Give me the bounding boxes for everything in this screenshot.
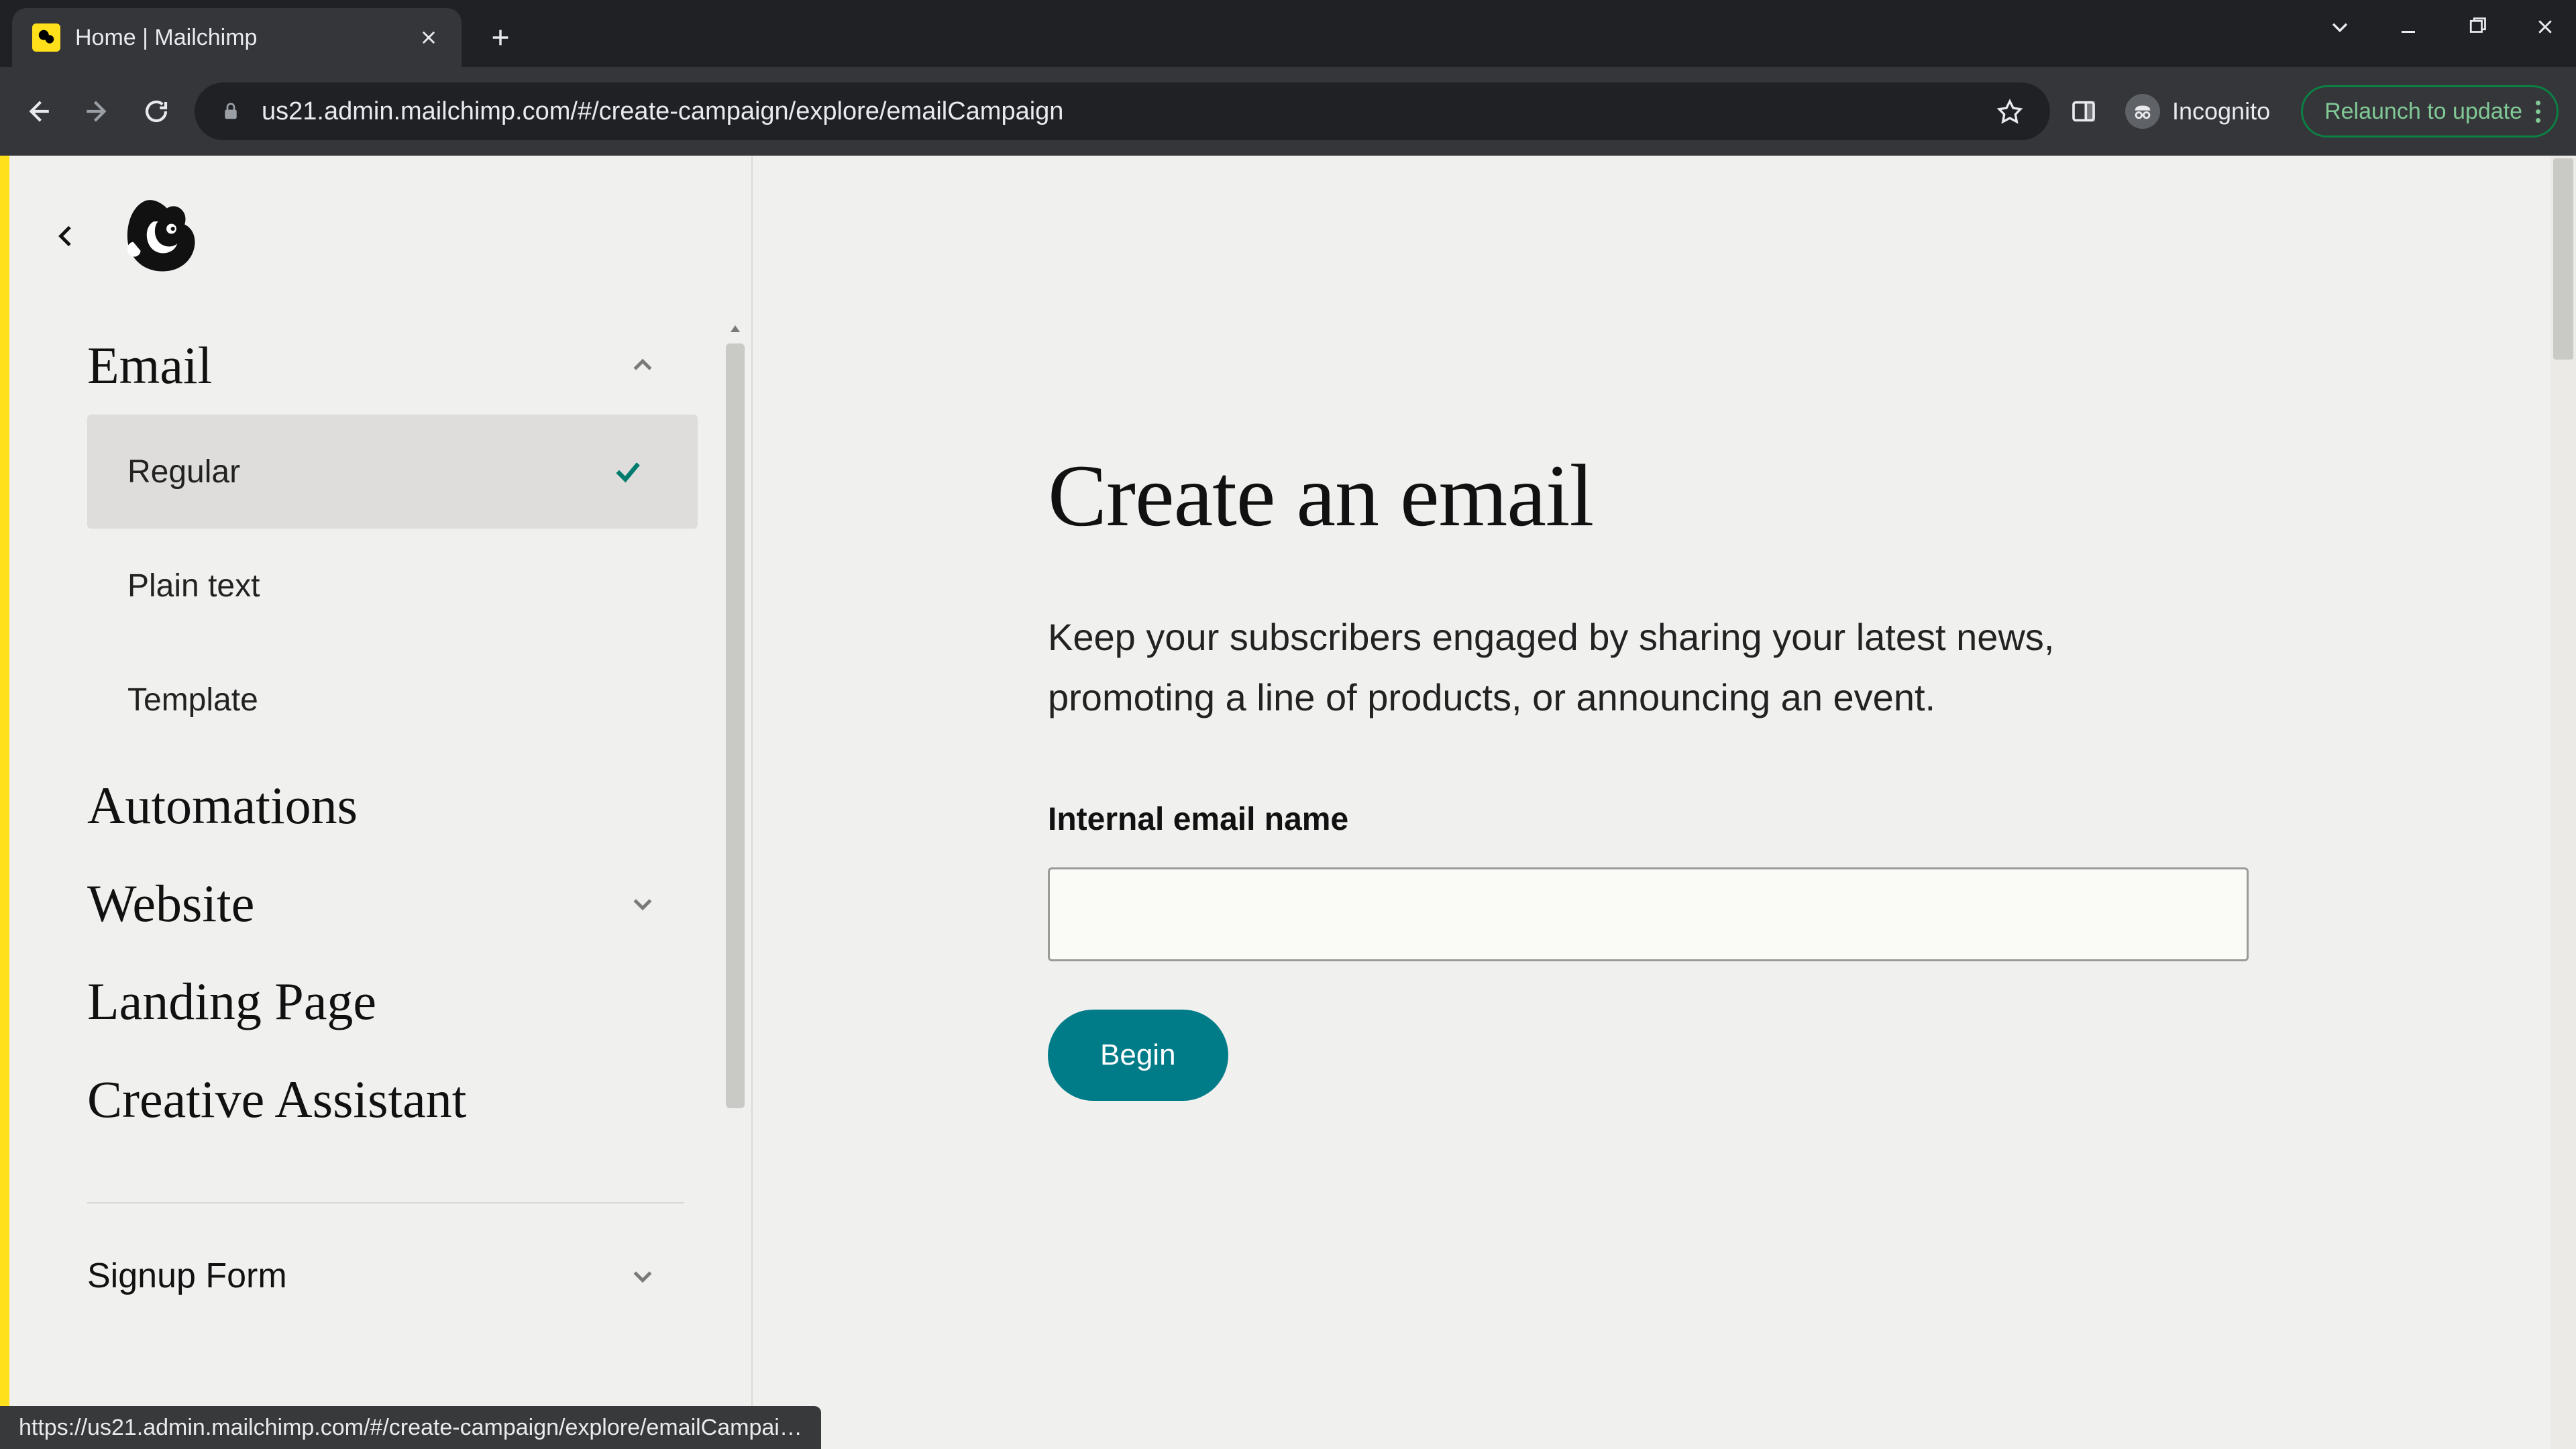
- sidebar-heading-website[interactable]: Website: [87, 855, 711, 953]
- tab-title: Home | Mailchimp: [75, 25, 401, 51]
- browser-tab[interactable]: Home | Mailchimp: [12, 8, 462, 67]
- sidebar-heading-signup-form[interactable]: Signup Form: [87, 1237, 711, 1315]
- browser-chrome: Home | Mailchimp: [0, 0, 2576, 156]
- sidebar-item-regular[interactable]: Regular: [87, 415, 698, 529]
- window-minimize-icon[interactable]: [2394, 12, 2423, 42]
- scrollbar-thumb[interactable]: [726, 343, 745, 1108]
- check-icon: [612, 455, 644, 488]
- window-close-icon[interactable]: [2530, 12, 2560, 42]
- sidebar-item-label: Template: [127, 682, 258, 718]
- page-subcopy: Keep your subscribers engaged by sharing…: [1048, 607, 2202, 727]
- brand-accent-rail: [0, 156, 9, 1449]
- sidebar-item-label: Plain text: [127, 568, 260, 604]
- sidebar-section-automations: Automations: [9, 757, 711, 855]
- browser-reload-icon[interactable]: [136, 91, 177, 132]
- field-label-internal-name: Internal email name: [1048, 801, 2576, 838]
- sidebar-heading-landing-page[interactable]: Landing Page: [87, 953, 711, 1051]
- sidebar-section-website: Website: [9, 855, 711, 953]
- sidebar-heading-label: Signup Form: [87, 1237, 287, 1315]
- page-title: Create an email: [1048, 444, 2576, 547]
- relaunch-button[interactable]: Relaunch to update: [2301, 85, 2559, 138]
- browser-toolbar: us21.admin.mailchimp.com/#/create-campai…: [0, 67, 2576, 156]
- sidebar-heading-label: Landing Page: [87, 953, 376, 1051]
- incognito-icon: [2125, 94, 2160, 129]
- sidebar-item-plain-text[interactable]: Plain text: [87, 529, 698, 643]
- tab-strip: Home | Mailchimp: [0, 0, 2576, 67]
- bookmark-star-icon[interactable]: [1994, 95, 2026, 127]
- sidebar-heading-automations[interactable]: Automations: [87, 757, 711, 855]
- chevron-down-icon: [628, 889, 657, 918]
- sidebar-heading-email[interactable]: Email: [87, 317, 711, 415]
- tab-search-icon[interactable]: [2325, 12, 2355, 42]
- status-bar-url: https://us21.admin.mailchimp.com/#/creat…: [19, 1415, 802, 1441]
- sidebar-section-landing-page: Landing Page: [9, 953, 711, 1051]
- app-viewport: Email Regular Plain text Template: [0, 156, 2576, 1449]
- sidebar-back-button[interactable]: [48, 218, 85, 254]
- begin-button-label: Begin: [1100, 1038, 1176, 1071]
- status-bar: https://us21.admin.mailchimp.com/#/creat…: [0, 1406, 821, 1449]
- main-content: Create an email Keep your subscribers en…: [753, 156, 2576, 1449]
- scrollbar-up-icon[interactable]: [722, 317, 749, 341]
- sidebar-item-label: Regular: [127, 453, 240, 490]
- incognito-label: Incognito: [2172, 97, 2270, 125]
- internal-email-name-input[interactable]: [1048, 867, 2249, 961]
- sidebar: Email Regular Plain text Template: [9, 156, 753, 1449]
- sidebar-section-email: Email Regular Plain text Template: [9, 317, 711, 757]
- chevron-down-icon: [628, 1261, 657, 1291]
- tab-close-icon[interactable]: [416, 25, 441, 50]
- sidebar-heading-label: Automations: [87, 757, 358, 855]
- sidebar-heading-label: Email: [87, 317, 212, 415]
- mailchimp-favicon: [32, 23, 60, 52]
- chevron-up-icon: [628, 351, 657, 380]
- side-panel-icon[interactable]: [2068, 95, 2100, 127]
- window-maximize-icon[interactable]: [2462, 12, 2491, 42]
- sidebar-heading-label: Creative Assistant: [87, 1051, 466, 1148]
- sidebar-divider: [87, 1202, 684, 1203]
- new-tab-button[interactable]: [480, 17, 521, 58]
- relaunch-label: Relaunch to update: [2324, 99, 2522, 125]
- sidebar-item-template[interactable]: Template: [87, 643, 698, 757]
- main-scrollbar[interactable]: [2551, 156, 2576, 1449]
- scrollbar-thumb[interactable]: [2553, 158, 2573, 360]
- sidebar-scroll: Email Regular Plain text Template: [9, 317, 751, 1449]
- sidebar-scrollbar[interactable]: [722, 317, 749, 1449]
- kebab-menu-icon: [2536, 101, 2540, 123]
- address-bar[interactable]: us21.admin.mailchimp.com/#/create-campai…: [195, 83, 2050, 140]
- url-text: us21.admin.mailchimp.com/#/create-campai…: [262, 97, 1975, 126]
- sidebar-section-creative-assistant: Creative Assistant: [9, 1051, 711, 1148]
- sidebar-heading-label: Website: [87, 855, 254, 953]
- browser-forward-icon[interactable]: [76, 91, 118, 132]
- incognito-indicator[interactable]: Incognito: [2125, 94, 2270, 129]
- window-controls: [2325, 12, 2560, 42]
- sidebar-header: [9, 156, 751, 317]
- mailchimp-logo-icon[interactable]: [113, 189, 207, 283]
- lock-icon: [219, 99, 243, 123]
- sidebar-heading-creative-assistant[interactable]: Creative Assistant: [87, 1051, 711, 1148]
- begin-button[interactable]: Begin: [1048, 1010, 1228, 1101]
- browser-back-icon[interactable]: [17, 91, 59, 132]
- sidebar-section-signup-form: Signup Form: [9, 1237, 711, 1315]
